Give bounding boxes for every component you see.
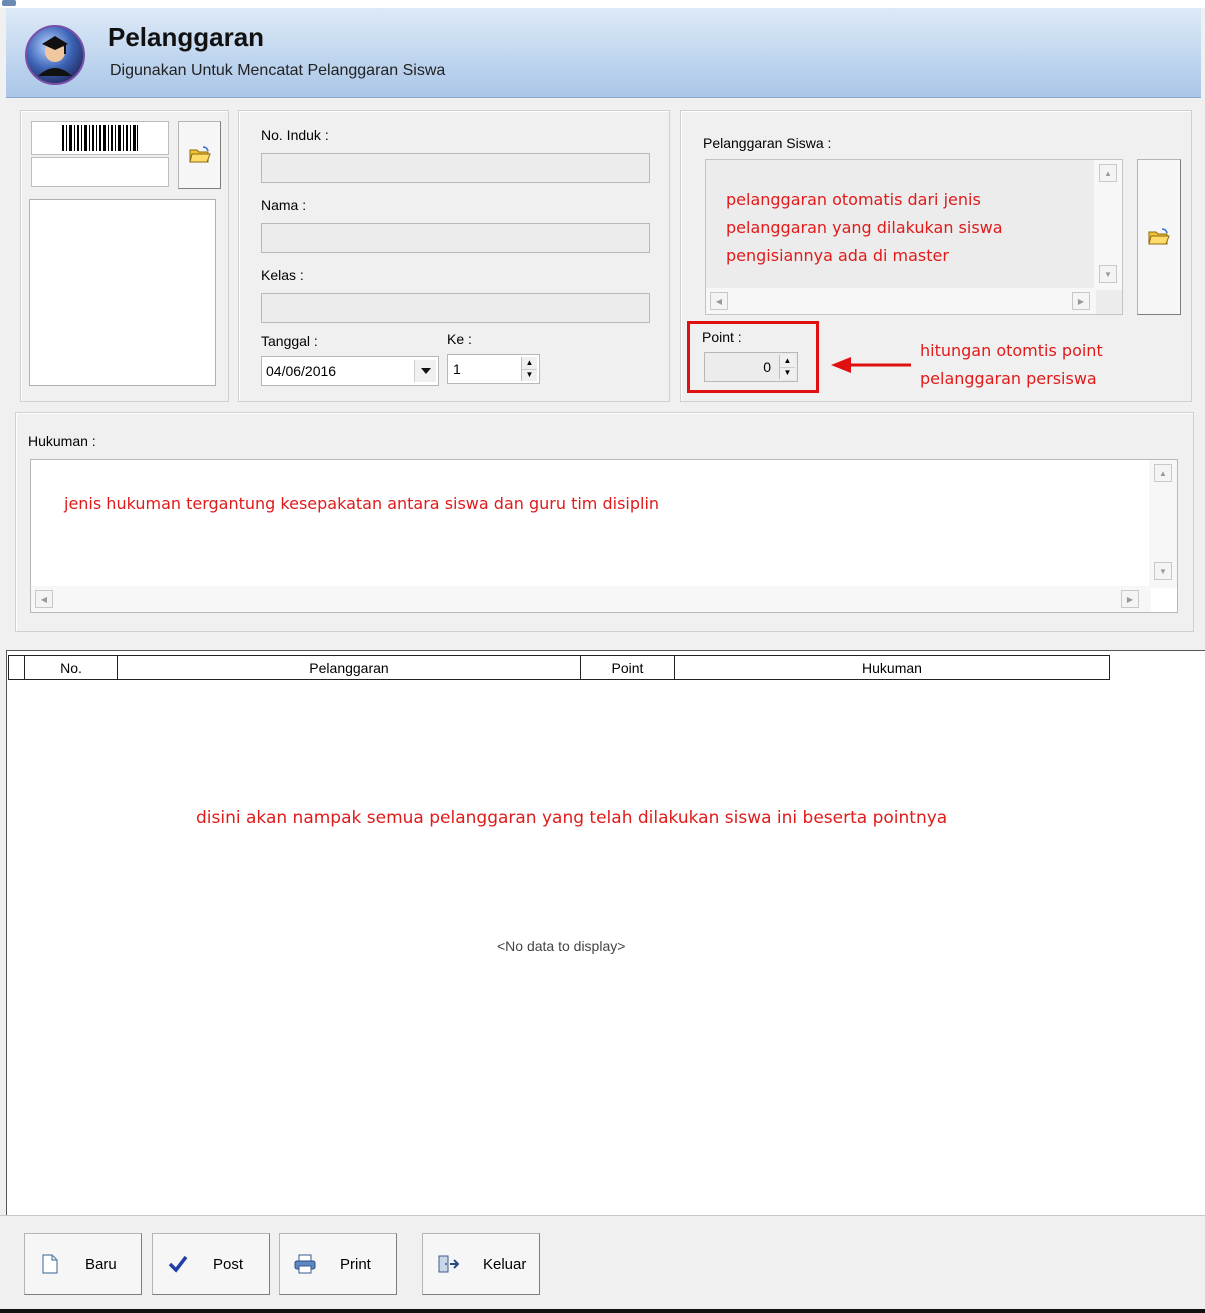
no-induk-field[interactable] bbox=[261, 153, 650, 183]
spin-down-icon[interactable]: ▼ bbox=[780, 368, 795, 380]
grid-column-point[interactable]: Point bbox=[581, 656, 675, 679]
exit-door-icon bbox=[437, 1253, 459, 1275]
grid-annotation-note: disini akan nampak semua pelanggaran yan… bbox=[196, 808, 948, 828]
horizontal-scrollbar[interactable]: ◀ ▶ bbox=[31, 586, 1151, 612]
bottom-edge-line bbox=[0, 1309, 1205, 1313]
ke-label: Ke : bbox=[447, 331, 472, 347]
grid-column-hukuman[interactable]: Hukuman bbox=[675, 656, 1109, 679]
print-button[interactable]: Print bbox=[279, 1233, 397, 1295]
post-label: Post bbox=[213, 1255, 244, 1273]
scroll-right-icon[interactable]: ▶ bbox=[1072, 292, 1090, 310]
point-highlight-box: Point : 0 ▲ ▼ bbox=[687, 321, 819, 393]
barcode-input[interactable] bbox=[31, 157, 169, 187]
point-spin-buttons[interactable]: ▲ ▼ bbox=[779, 355, 795, 379]
keluar-button[interactable]: Keluar bbox=[422, 1233, 540, 1295]
pelanggaran-siswa-label: Pelanggaran Siswa : bbox=[703, 135, 832, 151]
grid-empty-text: <No data to display> bbox=[497, 938, 626, 954]
violation-history-grid[interactable] bbox=[6, 650, 1205, 1215]
spin-down-icon[interactable]: ▼ bbox=[522, 370, 537, 382]
student-photo-box bbox=[29, 199, 216, 386]
vertical-scrollbar[interactable]: ▲ ▼ bbox=[1149, 460, 1177, 588]
spin-up-icon[interactable]: ▲ bbox=[780, 355, 795, 368]
vertical-scrollbar[interactable]: ▲ ▼ bbox=[1094, 160, 1122, 290]
scroll-left-icon[interactable]: ◀ bbox=[35, 590, 53, 608]
window-app-icon bbox=[2, 0, 16, 6]
keluar-label: Keluar bbox=[483, 1255, 527, 1273]
tanggal-label: Tanggal : bbox=[261, 333, 318, 349]
new-document-icon bbox=[39, 1253, 61, 1275]
point-spin-edit[interactable]: 0 ▲ ▼ bbox=[704, 352, 798, 382]
nama-field[interactable] bbox=[261, 223, 650, 253]
student-info-panel: No. Induk : Nama : Kelas : Tanggal : 04/… bbox=[238, 110, 670, 402]
grid-header: No. Pelanggaran Point Hukuman bbox=[8, 655, 1110, 680]
baru-button[interactable]: Baru bbox=[24, 1233, 142, 1295]
hukuman-panel: Hukuman : jenis hukuman tergantung kesep… bbox=[15, 412, 1194, 632]
violation-panel: Pelanggaran Siswa : pelanggaran otomatis… bbox=[680, 110, 1192, 402]
kelas-label: Kelas : bbox=[261, 267, 304, 283]
hukuman-label: Hukuman : bbox=[28, 433, 96, 449]
grid-column-no[interactable]: No. bbox=[25, 656, 118, 679]
scroll-up-icon[interactable]: ▲ bbox=[1154, 464, 1172, 482]
scroll-up-icon[interactable]: ▲ bbox=[1099, 164, 1117, 182]
violation-note-line: pengisiannya ada di master bbox=[726, 246, 949, 265]
student-photo-panel bbox=[20, 110, 229, 402]
hukuman-note: jenis hukuman tergantung kesepakatan ant… bbox=[64, 494, 660, 513]
checkmark-icon bbox=[167, 1253, 189, 1275]
grid-column-pelanggaran[interactable]: Pelanggaran bbox=[118, 656, 581, 679]
post-button[interactable]: Post bbox=[152, 1233, 270, 1295]
barcode-icon bbox=[31, 121, 169, 155]
window-top-strip bbox=[0, 0, 1205, 8]
no-induk-label: No. Induk : bbox=[261, 127, 329, 143]
browse-student-button[interactable] bbox=[178, 121, 221, 189]
grid-indicator-column bbox=[9, 656, 25, 679]
ke-spin-buttons[interactable]: ▲ ▼ bbox=[521, 357, 537, 381]
ke-spin-edit[interactable]: 1 ▲ ▼ bbox=[447, 354, 540, 384]
scroll-down-icon[interactable]: ▼ bbox=[1099, 265, 1117, 283]
spin-up-icon[interactable]: ▲ bbox=[522, 357, 537, 370]
open-folder-icon bbox=[188, 146, 211, 163]
point-value: 0 bbox=[763, 359, 771, 375]
violation-memo[interactable]: pelanggaran otomatis dari jenis pelangga… bbox=[705, 159, 1123, 315]
point-label: Point : bbox=[702, 329, 742, 345]
baru-label: Baru bbox=[85, 1255, 117, 1273]
dropdown-arrow-icon[interactable] bbox=[414, 360, 436, 382]
scroll-down-icon[interactable]: ▼ bbox=[1154, 562, 1172, 580]
point-note: hitungan otomtis point pelanggaran persi… bbox=[920, 337, 1103, 393]
tanggal-date-picker[interactable]: 04/06/2016 bbox=[261, 356, 439, 386]
annotation-arrow-icon bbox=[831, 357, 911, 373]
horizontal-scrollbar[interactable]: ◀ ▶ bbox=[706, 288, 1096, 314]
tanggal-value: 04/06/2016 bbox=[266, 363, 337, 379]
student-avatar-logo-icon bbox=[24, 24, 86, 86]
nama-label: Nama : bbox=[261, 197, 307, 213]
form-header: Pelanggaran Digunakan Untuk Mencatat Pel… bbox=[6, 8, 1201, 98]
point-note-line: pelanggaran persiswa bbox=[920, 369, 1097, 388]
point-note-line: hitungan otomtis point bbox=[920, 341, 1103, 360]
browse-violation-button[interactable] bbox=[1137, 159, 1181, 315]
page-title: Pelanggaran bbox=[108, 22, 265, 52]
hukuman-memo[interactable]: jenis hukuman tergantung kesepakatan ant… bbox=[30, 459, 1178, 613]
printer-icon bbox=[294, 1253, 316, 1275]
violation-note-line: pelanggaran otomatis dari jenis bbox=[726, 190, 981, 209]
ke-value: 1 bbox=[453, 361, 461, 377]
print-label: Print bbox=[340, 1255, 371, 1273]
scroll-right-icon[interactable]: ▶ bbox=[1121, 590, 1139, 608]
kelas-field[interactable] bbox=[261, 293, 650, 323]
page-subtitle: Digunakan Untuk Mencatat Pelanggaran Sis… bbox=[110, 62, 446, 79]
violation-note-line: pelanggaran yang dilakukan siswa bbox=[726, 218, 1003, 237]
open-folder-icon bbox=[1148, 228, 1170, 245]
scroll-left-icon[interactable]: ◀ bbox=[710, 292, 728, 310]
violation-note: pelanggaran otomatis dari jenis pelangga… bbox=[726, 186, 1003, 270]
